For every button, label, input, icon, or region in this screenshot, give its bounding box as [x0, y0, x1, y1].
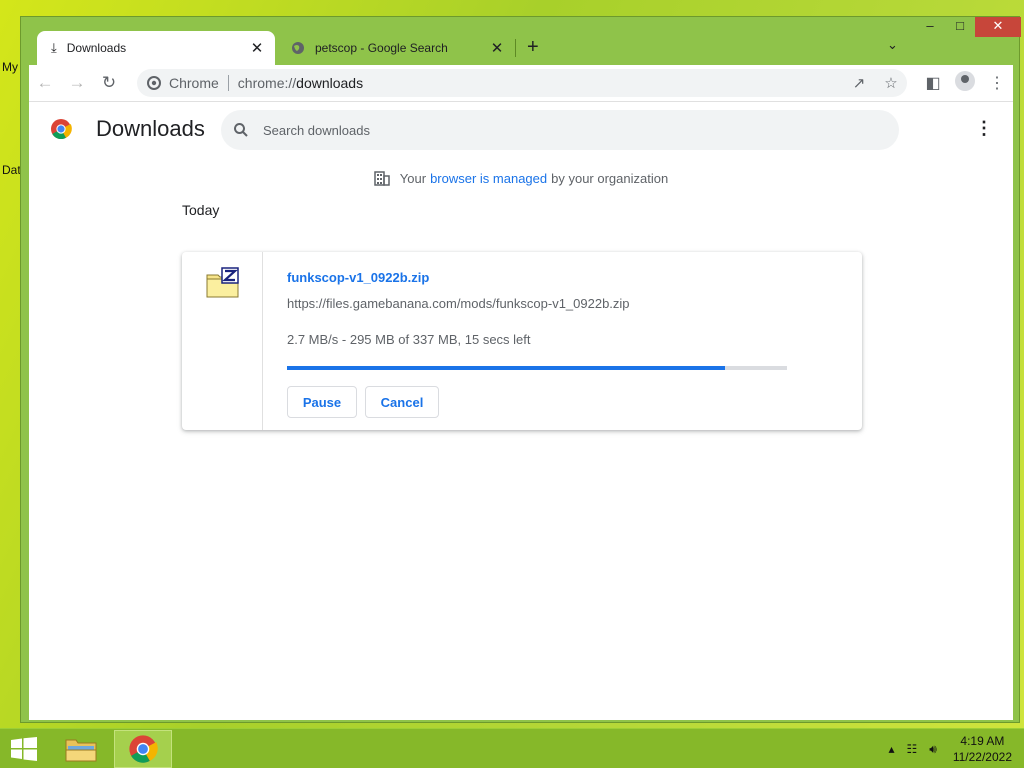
tab-title: Downloads	[66, 41, 127, 55]
omnibox-url-path: downloads	[296, 75, 364, 91]
search-icon	[234, 123, 248, 137]
search-downloads-box[interactable]	[221, 110, 899, 150]
download-file-name-link[interactable]: funkscop-v1_0922b.zip	[287, 270, 429, 285]
profile-avatar-icon[interactable]	[949, 70, 981, 96]
forward-button[interactable]: →	[61, 73, 93, 93]
downloads-menu-icon[interactable]: ⋮	[975, 118, 993, 139]
minimize-button[interactable]: –	[915, 17, 945, 37]
download-progress-fill	[287, 366, 725, 370]
taskbar: ▴ ☷ 🔊︎ 4:19 AM 11/22/2022	[0, 728, 1024, 768]
chrome-site-icon	[147, 76, 161, 90]
toolbar: ← → ↻ Chrome chrome://downloads ↗ ☆ ◧ ⋮	[29, 65, 1013, 101]
omnibox-scheme-label: Chrome	[169, 75, 219, 91]
download-status-text: 2.7 MB/s - 295 MB of 337 MB, 15 secs lef…	[287, 332, 531, 347]
toolbar-right: ◧ ⋮	[917, 65, 1013, 101]
search-downloads-input[interactable]	[263, 122, 863, 138]
bookmark-star-icon[interactable]: ☆	[875, 74, 907, 92]
tab-search-chevron-icon[interactable]: ⌄	[887, 37, 898, 53]
tab-downloads[interactable]: ⤓ Downloads ✕	[37, 31, 275, 65]
system-tray: ▴ ☷ 🔊︎ 4:19 AM 11/22/2022	[882, 729, 1012, 768]
maximize-button[interactable]: □	[945, 17, 975, 37]
address-bar[interactable]: Chrome chrome://downloads ↗ ☆	[137, 69, 907, 97]
pause-button[interactable]: Pause	[287, 386, 357, 418]
reload-button[interactable]: ↻	[93, 73, 125, 93]
clock-time: 4:19 AM	[960, 734, 1005, 748]
close-tab-icon[interactable]: ✕	[489, 39, 505, 57]
windows-start-icon[interactable]	[10, 737, 38, 761]
clock-date: 11/22/2022	[952, 750, 1012, 764]
new-tab-button[interactable]: +	[527, 37, 539, 57]
tab-title: petscop - Google Search	[315, 41, 448, 55]
chrome-menu-icon[interactable]: ⋮	[981, 73, 1013, 93]
folder-icon	[65, 739, 97, 762]
chrome-logo-icon	[51, 119, 72, 140]
omnibox-url-prefix: chrome://	[237, 75, 297, 91]
managed-suffix: by your organization	[551, 170, 669, 186]
volume-icon[interactable]: 🔊︎	[929, 742, 937, 757]
network-icon[interactable]: ☷	[907, 742, 918, 756]
close-tab-icon[interactable]: ✕	[249, 39, 265, 57]
tab-petscop-search[interactable]: petscop - Google Search ✕	[279, 31, 515, 65]
download-icon-column	[182, 252, 263, 430]
omnibox-separator	[227, 75, 229, 91]
globe-icon	[292, 42, 304, 54]
chrome-icon	[129, 735, 158, 763]
building-icon	[374, 171, 390, 186]
download-source-url[interactable]: https://files.gamebanana.com/mods/funksc…	[287, 296, 630, 311]
cancel-button[interactable]: Cancel	[365, 386, 439, 418]
download-icon: ⤓	[51, 40, 57, 55]
page-title: Downloads	[96, 116, 205, 141]
taskbar-file-explorer[interactable]	[52, 730, 110, 768]
side-panel-icon[interactable]: ◧	[917, 73, 949, 93]
back-button[interactable]: ←	[29, 73, 61, 93]
chrome-window: ⤓ Downloads ✕ petscop - Google Search ✕ …	[20, 16, 1021, 723]
show-hidden-icons-chevron-icon[interactable]: ▴	[888, 742, 894, 756]
clock[interactable]: 4:19 AM 11/22/2022	[953, 733, 1012, 765]
close-window-button[interactable]: ✕	[975, 17, 1021, 37]
tab-strip: ⤓ Downloads ✕ petscop - Google Search ✕ …	[21, 17, 1021, 65]
day-heading: Today	[182, 202, 220, 218]
page-header: Downloads ⋮	[29, 102, 1013, 158]
managed-prefix: Your	[399, 170, 427, 186]
desktop-icon-label-data[interactable]: Dat	[2, 163, 21, 177]
managed-link[interactable]: browser is managed	[430, 171, 547, 186]
zip-file-icon	[206, 267, 239, 298]
downloads-page: Downloads ⋮ Your browser is managed by y…	[29, 101, 1013, 720]
window-controls: – □ ✕	[915, 17, 1021, 37]
desktop-icon-label-my-computer[interactable]: My	[2, 60, 18, 74]
download-card: funkscop-v1_0922b.zip https://files.game…	[182, 252, 862, 430]
download-progress-bar	[287, 366, 787, 370]
taskbar-chrome[interactable]	[114, 730, 172, 768]
omnibox-actions: ↗ ☆	[843, 69, 907, 97]
tab-separator	[515, 39, 516, 57]
share-icon[interactable]: ↗	[843, 74, 875, 92]
managed-notice: Your browser is managed by your organiza…	[29, 170, 1013, 186]
